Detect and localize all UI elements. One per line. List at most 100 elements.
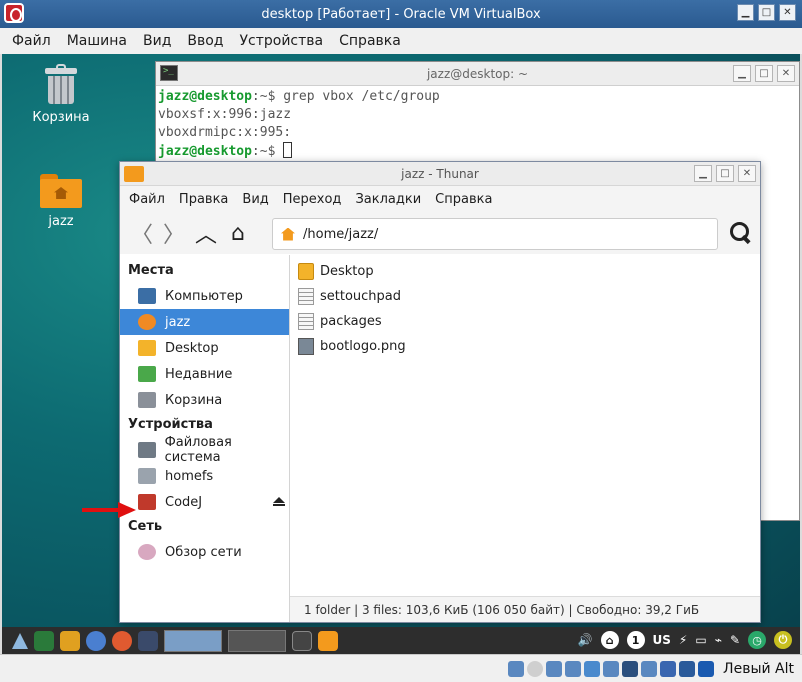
sidebar-item-home[interactable]: jazz (120, 309, 289, 335)
volume-icon[interactable]: 🔊 (578, 633, 593, 647)
recent-icon (138, 366, 156, 382)
cpu-icon[interactable] (660, 660, 677, 677)
forward-button[interactable]: 〉 (158, 217, 190, 249)
thunar-title: jazz - Thunar (401, 166, 479, 181)
terminal-icon (160, 65, 178, 81)
host-menu-view[interactable]: Вид (135, 33, 179, 49)
thunar-titlebar[interactable]: jazz - Thunar ▁ □ ✕ (120, 162, 760, 186)
usb-drive-icon (138, 494, 156, 510)
keyboard-layout[interactable]: US (653, 633, 671, 647)
terminal-launcher-icon[interactable] (34, 630, 54, 651)
workspace-2[interactable] (228, 629, 286, 652)
file-list[interactable]: Desktop settouchpad packages bootlogo.pn… (290, 255, 760, 622)
trash-icon (138, 392, 156, 408)
sidebar-item-desktop[interactable]: Desktop (120, 335, 289, 361)
desktop-icon-trash[interactable]: Корзина (16, 64, 106, 125)
show-desktop-icon[interactable] (138, 630, 158, 651)
thunar-maximize-button[interactable]: □ (716, 165, 734, 182)
guest-panel: 🔊 ⌂ 1 US ⚡ ▭ ⌁ ✎ ◷ ⏻ (2, 627, 800, 654)
file-item[interactable]: Desktop (290, 259, 760, 284)
hard-disk-icon[interactable] (508, 660, 525, 677)
file-item[interactable]: packages (290, 309, 760, 334)
menu-help[interactable]: Справка (428, 192, 499, 207)
host-menu-input[interactable]: Ввод (179, 33, 231, 49)
terminal-close-button[interactable]: ✕ (777, 65, 795, 82)
taskbar-thunar-icon[interactable] (318, 630, 338, 651)
host-menu-devices[interactable]: Устройства (232, 33, 332, 49)
audio-icon[interactable] (546, 660, 563, 677)
clock-icon[interactable]: ◷ (748, 631, 766, 649)
taskbar-terminal-icon[interactable] (292, 630, 312, 651)
thunar-minimize-button[interactable]: ▁ (694, 165, 712, 182)
trash-icon (45, 64, 77, 104)
shared-folders-icon[interactable] (603, 660, 620, 677)
optical-drive-icon[interactable] (527, 660, 544, 677)
home-button[interactable]: ⌂ (222, 217, 254, 249)
maximize-button[interactable]: □ (758, 4, 775, 21)
host-menu-machine[interactable]: Машина (59, 33, 135, 49)
thunar-close-button[interactable]: ✕ (738, 165, 756, 182)
sidebar-item-network[interactable]: Обзор сети (120, 539, 289, 565)
host-titlebar: desktop [Работает] - Oracle VM VirtualBo… (0, 0, 802, 28)
file-item[interactable]: bootlogo.png (290, 334, 760, 359)
home-icon: ⌂ (231, 220, 245, 246)
display-icon[interactable] (622, 660, 639, 677)
network-adapter-icon[interactable] (565, 660, 582, 677)
desktop-icon-label: Корзина (32, 110, 90, 125)
eject-icon[interactable] (273, 497, 285, 507)
text-file-icon (298, 288, 314, 305)
terminal-line: vboxsf:x:996:jazz (158, 107, 292, 122)
usb-icon[interactable] (584, 660, 601, 677)
clip-icon[interactable]: ⌁ (715, 633, 722, 647)
sidebar-item-codej[interactable]: CodeJ (120, 489, 289, 515)
screenshot-icon[interactable]: ✎ (730, 633, 740, 647)
search-icon[interactable] (730, 222, 752, 244)
terminal-output[interactable]: jazz@desktop:~$ grep vbox /etc/group vbo… (156, 86, 799, 163)
sidebar-item-homefs[interactable]: homefs (120, 463, 289, 489)
host-menu-help[interactable]: Справка (331, 33, 409, 49)
sidebar-item-filesystem[interactable]: Файловая система (120, 435, 289, 465)
home-folder-icon (40, 174, 82, 208)
mouse-integration-icon[interactable] (679, 660, 696, 677)
status-bar: 1 folder | 3 files: 103,6 КиБ (106 050 б… (290, 596, 760, 622)
parent-folder-button[interactable]: ︿ (190, 217, 222, 249)
lxqt-menu-icon[interactable] (12, 632, 28, 649)
desktop-icon-home[interactable]: jazz (16, 174, 106, 229)
workspace-1[interactable] (164, 629, 222, 652)
menu-file[interactable]: Файл (122, 192, 172, 207)
keyboard-capture-icon[interactable] (698, 660, 715, 677)
recording-icon[interactable] (641, 660, 658, 677)
menu-view[interactable]: Вид (235, 192, 275, 207)
app-launcher-icon[interactable] (112, 630, 132, 651)
workspace-indicator[interactable]: 1 (626, 631, 645, 649)
terminal-minimize-button[interactable]: ▁ (733, 65, 751, 82)
chat-icon[interactable]: ▭ (695, 633, 706, 647)
sidebar-item-trash[interactable]: Корзина (120, 387, 289, 413)
minimize-button[interactable]: ▁ (737, 4, 754, 21)
terminal-titlebar[interactable]: jazz@desktop: ~ ▁ □ ✕ (156, 62, 799, 86)
close-button[interactable]: ✕ (779, 4, 796, 21)
drive-icon (138, 468, 156, 484)
host-menu-file[interactable]: Файл (4, 33, 59, 49)
location-bar[interactable]: /home/jazz/ (272, 218, 718, 250)
back-button[interactable]: 〈 (126, 217, 158, 249)
battery-icon[interactable]: ⚡ (679, 633, 687, 647)
update-icon[interactable]: ⌂ (600, 631, 619, 649)
host-key-label: Левый Alt (723, 660, 794, 677)
file-item[interactable]: settouchpad (290, 284, 760, 309)
power-icon[interactable]: ⏻ (774, 631, 792, 649)
browser-launcher-icon[interactable] (86, 630, 106, 651)
thunar-window[interactable]: jazz - Thunar ▁ □ ✕ Файл Правка Вид Пере… (119, 161, 761, 623)
terminal-line: jazz@desktop:~$ grep vbox /etc/group (158, 89, 440, 104)
sidebar-item-computer[interactable]: Компьютер (120, 283, 289, 309)
red-arrow-annotation (82, 502, 136, 518)
sidebar-item-recent[interactable]: Недавние (120, 361, 289, 387)
menu-go[interactable]: Переход (276, 192, 349, 207)
menu-edit[interactable]: Правка (172, 192, 235, 207)
terminal-maximize-button[interactable]: □ (755, 65, 773, 82)
thunar-toolbar: 〈 〉 ︿ ⌂ /home/jazz/ (120, 212, 760, 254)
file-manager-launcher-icon[interactable] (60, 630, 80, 651)
terminal-line: vboxdrmipc:x:995: (158, 125, 292, 140)
home-icon (281, 227, 295, 241)
menu-bookmarks[interactable]: Закладки (348, 192, 428, 207)
